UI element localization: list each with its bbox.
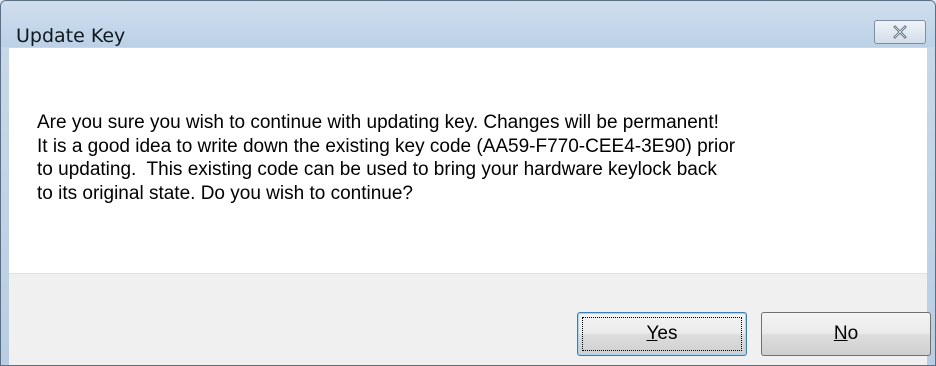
message-line: Are you sure you wish to continue with u… [37, 112, 719, 133]
no-button-label: No [834, 323, 858, 344]
close-button[interactable] [874, 20, 926, 44]
close-icon [893, 25, 907, 39]
title-bar[interactable]: Update Key [1, 1, 935, 47]
message-line: It is a good idea to write down the exis… [37, 135, 736, 157]
yes-button-label: Yes [646, 323, 677, 344]
message-line: to its original state. Do you wish to co… [37, 182, 413, 204]
no-label-rest: o [847, 323, 859, 344]
yes-label-rest: es [657, 323, 678, 344]
window-title: Update Key [16, 25, 126, 47]
no-mnemonic: N [833, 323, 848, 344]
dialog-window: Update Key Are you sure you wish to cont… [0, 0, 936, 366]
yes-button[interactable]: Yes [577, 312, 747, 356]
yes-mnemonic: Y [646, 323, 658, 344]
message-text: Are you sure you wish to continue with u… [37, 111, 907, 205]
message-line: to updating. This existing code can be u… [37, 159, 717, 180]
no-button[interactable]: No [761, 312, 931, 356]
button-bar: Yes No [9, 273, 931, 365]
dialog-client-area: Are you sure you wish to continue with u… [9, 48, 931, 365]
